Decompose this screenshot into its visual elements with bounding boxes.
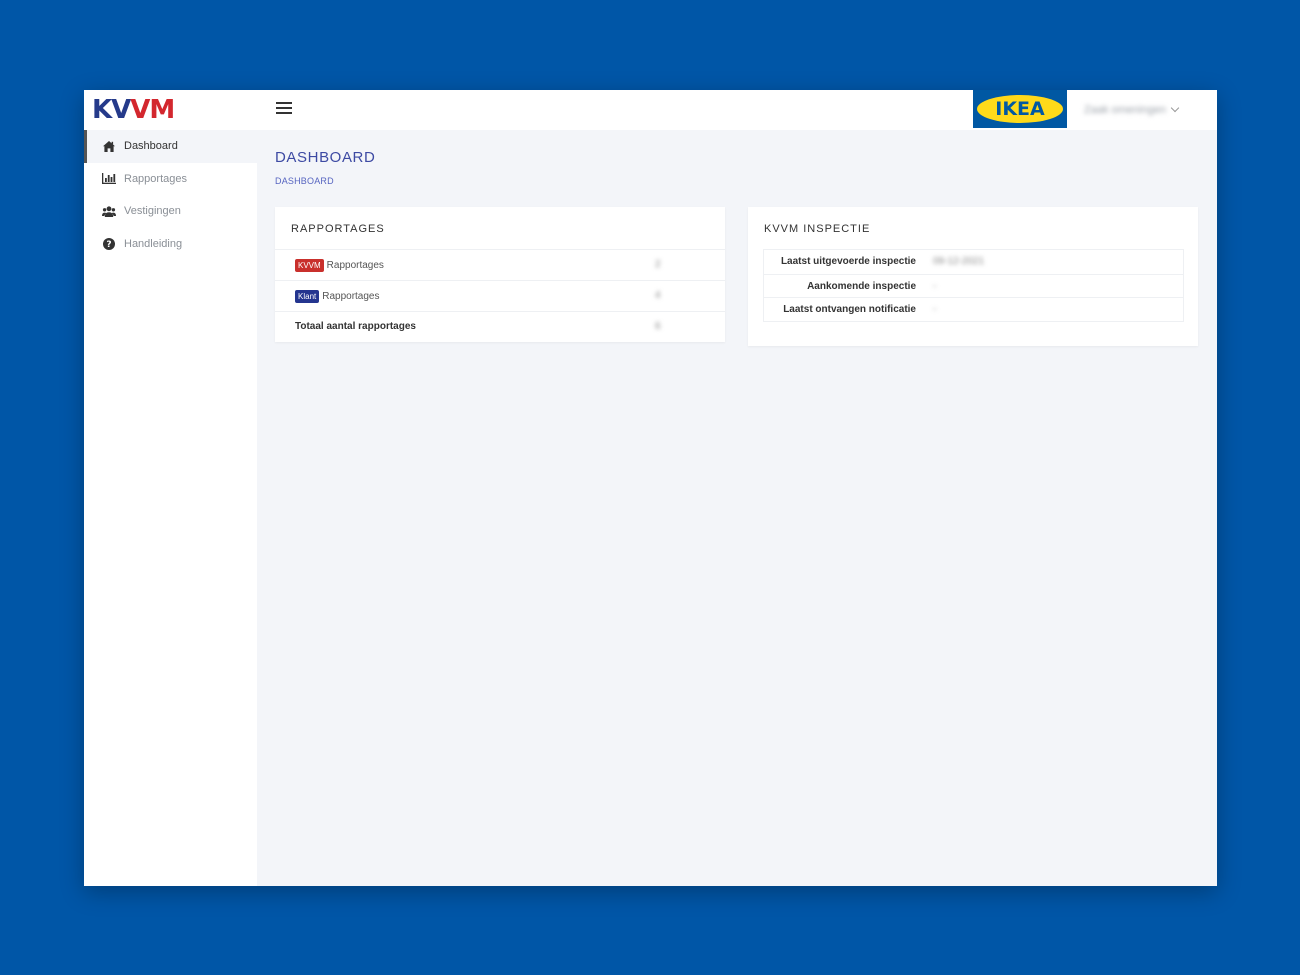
row-value: 6 (655, 321, 661, 332)
app-window: KVVM IKEA Zaak omeningen Dashboard Rappo… (84, 90, 1217, 886)
kvvm-badge: KVVM (295, 259, 324, 272)
sidebar-item-vestigingen[interactable]: Vestigingen (84, 195, 257, 228)
user-name: Zaak omeningen (1084, 104, 1166, 116)
chevron-down-icon (1170, 103, 1180, 113)
row-label: Aankomende inspectie (807, 280, 916, 292)
row-label: Laatst uitgevoerde inspectie (780, 256, 916, 267)
table-row[interactable]: Klant Rapportages 4 (275, 280, 725, 311)
card-title: KVVM INSPECTIE (764, 223, 871, 235)
card-title: RAPPORTAGES (291, 223, 385, 235)
klant-badge: Klant (295, 290, 320, 303)
question-circle-icon: ? (102, 237, 116, 251)
top-bar: KVVM IKEA Zaak omeningen (84, 90, 1217, 130)
users-icon (102, 204, 116, 218)
sidebar-item-label: Dashboard (124, 140, 178, 153)
row-label-text: Totaal aantal rapportages (295, 321, 416, 332)
sidebar-item-label: Rapportages (124, 172, 187, 185)
hamburger-icon[interactable] (276, 102, 292, 116)
row-value: - (933, 280, 937, 292)
home-icon (102, 139, 116, 153)
ikea-logo-text: IKEA (995, 98, 1045, 120)
logo-text: KVVM (92, 95, 175, 125)
sidebar-item-rapportages[interactable]: Rapportages (84, 163, 257, 196)
sidebar-item-label: Vestigingen (124, 205, 181, 218)
page-title: DASHBOARD (275, 149, 376, 166)
table-row: Laatst ontvangen notificatie - (764, 297, 1183, 321)
user-menu[interactable]: Zaak omeningen (1084, 101, 1180, 119)
table-row-total: Totaal aantal rapportages 6 (275, 311, 725, 342)
breadcrumb[interactable]: DASHBOARD (275, 176, 334, 186)
inspectie-table: Laatst uitgevoerde inspectie 09-12-2021 … (763, 249, 1184, 322)
bar-chart-icon (102, 172, 116, 186)
ikea-logo: IKEA (973, 90, 1067, 128)
table-row: Laatst uitgevoerde inspectie 09-12-2021 (764, 250, 1183, 274)
row-label: Klant Rapportages (295, 290, 380, 303)
svg-text:?: ? (106, 240, 111, 250)
row-label-text: Rapportages (322, 291, 380, 302)
logo-text-part-1: KV (92, 95, 131, 125)
row-value: - (933, 304, 937, 315)
table-row: Aankomende inspectie - (764, 273, 1183, 298)
sidebar-item-dashboard[interactable]: Dashboard (84, 130, 257, 163)
rapportages-card: RAPPORTAGES KVVM Rapportages 2 Klant Rap… (275, 207, 725, 342)
row-value: 09-12-2021 (933, 256, 985, 267)
inspectie-card: KVVM INSPECTIE Laatst uitgevoerde inspec… (748, 207, 1198, 346)
table-row[interactable]: KVVM Rapportages 2 (275, 249, 725, 280)
logo-text-part-2: VM (130, 95, 175, 125)
sidebar: Dashboard Rapportages Vestigingen ? Hand… (84, 130, 257, 886)
sidebar-item-label: Handleiding (124, 237, 183, 250)
row-label-text: Rapportages (326, 260, 384, 271)
row-label: Totaal aantal rapportages (295, 321, 416, 332)
main-content: DASHBOARD DASHBOARD RAPPORTAGES KVVM Rap… (257, 130, 1217, 886)
sidebar-item-handleiding[interactable]: ? Handleiding (84, 228, 257, 261)
rapportages-table: KVVM Rapportages 2 Klant Rapportages 4 T… (275, 249, 725, 342)
row-value: 2 (655, 259, 661, 270)
row-label: KVVM Rapportages (295, 259, 384, 272)
row-value: 4 (655, 290, 661, 301)
row-label: Laatst ontvangen notificatie (783, 304, 916, 315)
kvvm-logo[interactable]: KVVM (92, 95, 175, 125)
